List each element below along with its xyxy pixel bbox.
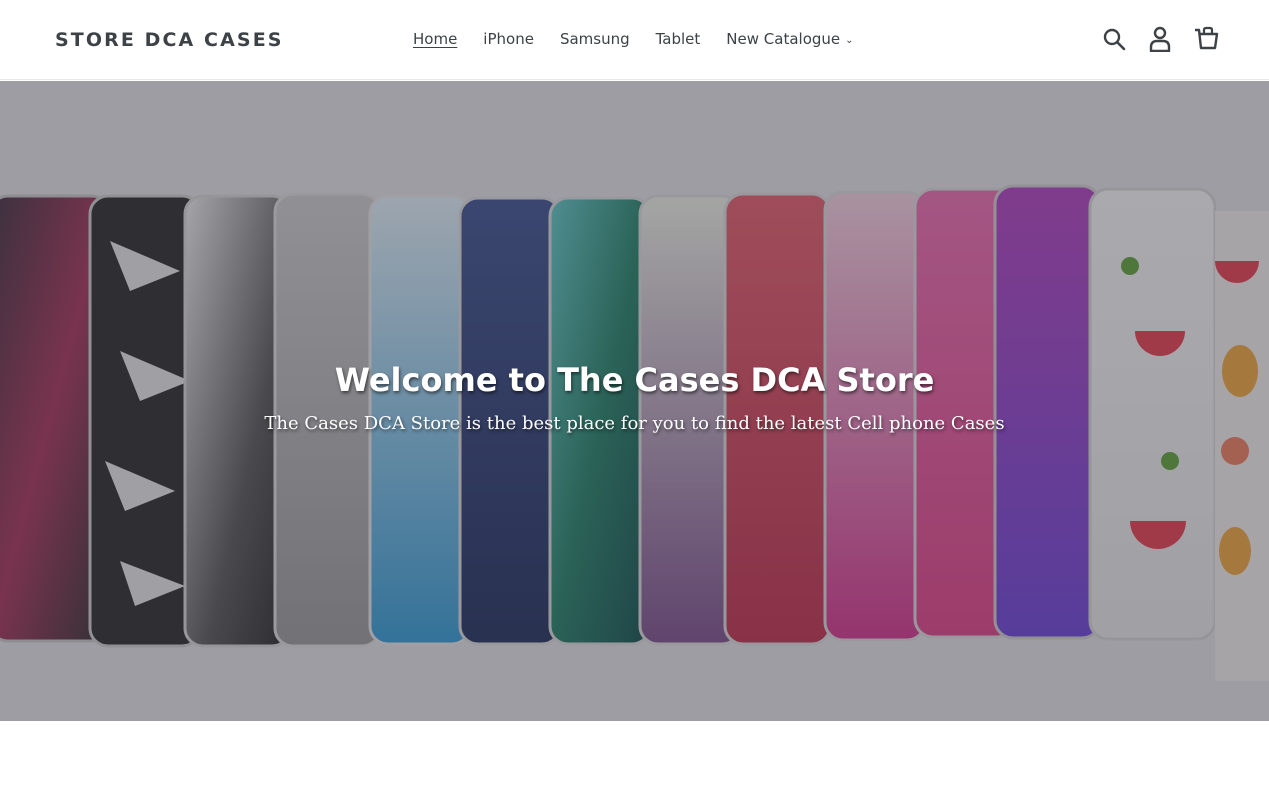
nav-samsung[interactable]: Samsung: [560, 30, 630, 48]
chevron-down-icon: ⌄: [845, 35, 854, 46]
nav-new-catalogue-label: New Catalogue: [726, 30, 841, 48]
hero-text: Welcome to The Cases DCA Store The Cases…: [0, 361, 1269, 434]
store-logo[interactable]: STORE DCA CASES: [55, 29, 284, 51]
hero-subtitle: The Cases DCA Store is the best place fo…: [264, 413, 1005, 434]
header-icons: [1101, 24, 1219, 54]
search-icon[interactable]: [1101, 24, 1127, 54]
nav-home[interactable]: Home: [413, 30, 457, 48]
cart-icon[interactable]: [1193, 24, 1219, 54]
nav-new-catalogue[interactable]: New Catalogue ⌄: [726, 30, 853, 48]
nav-tablet[interactable]: Tablet: [656, 30, 701, 48]
main-nav: Home iPhone Samsung Tablet New Catalogue…: [400, 30, 867, 48]
site-header: STORE DCA CASES Home iPhone Samsung Tabl…: [0, 0, 1269, 80]
account-icon[interactable]: [1147, 24, 1173, 54]
nav-iphone[interactable]: iPhone: [483, 30, 534, 48]
hero-title: Welcome to The Cases DCA Store: [334, 361, 935, 399]
hero-banner: Welcome to The Cases DCA Store The Cases…: [0, 81, 1269, 721]
